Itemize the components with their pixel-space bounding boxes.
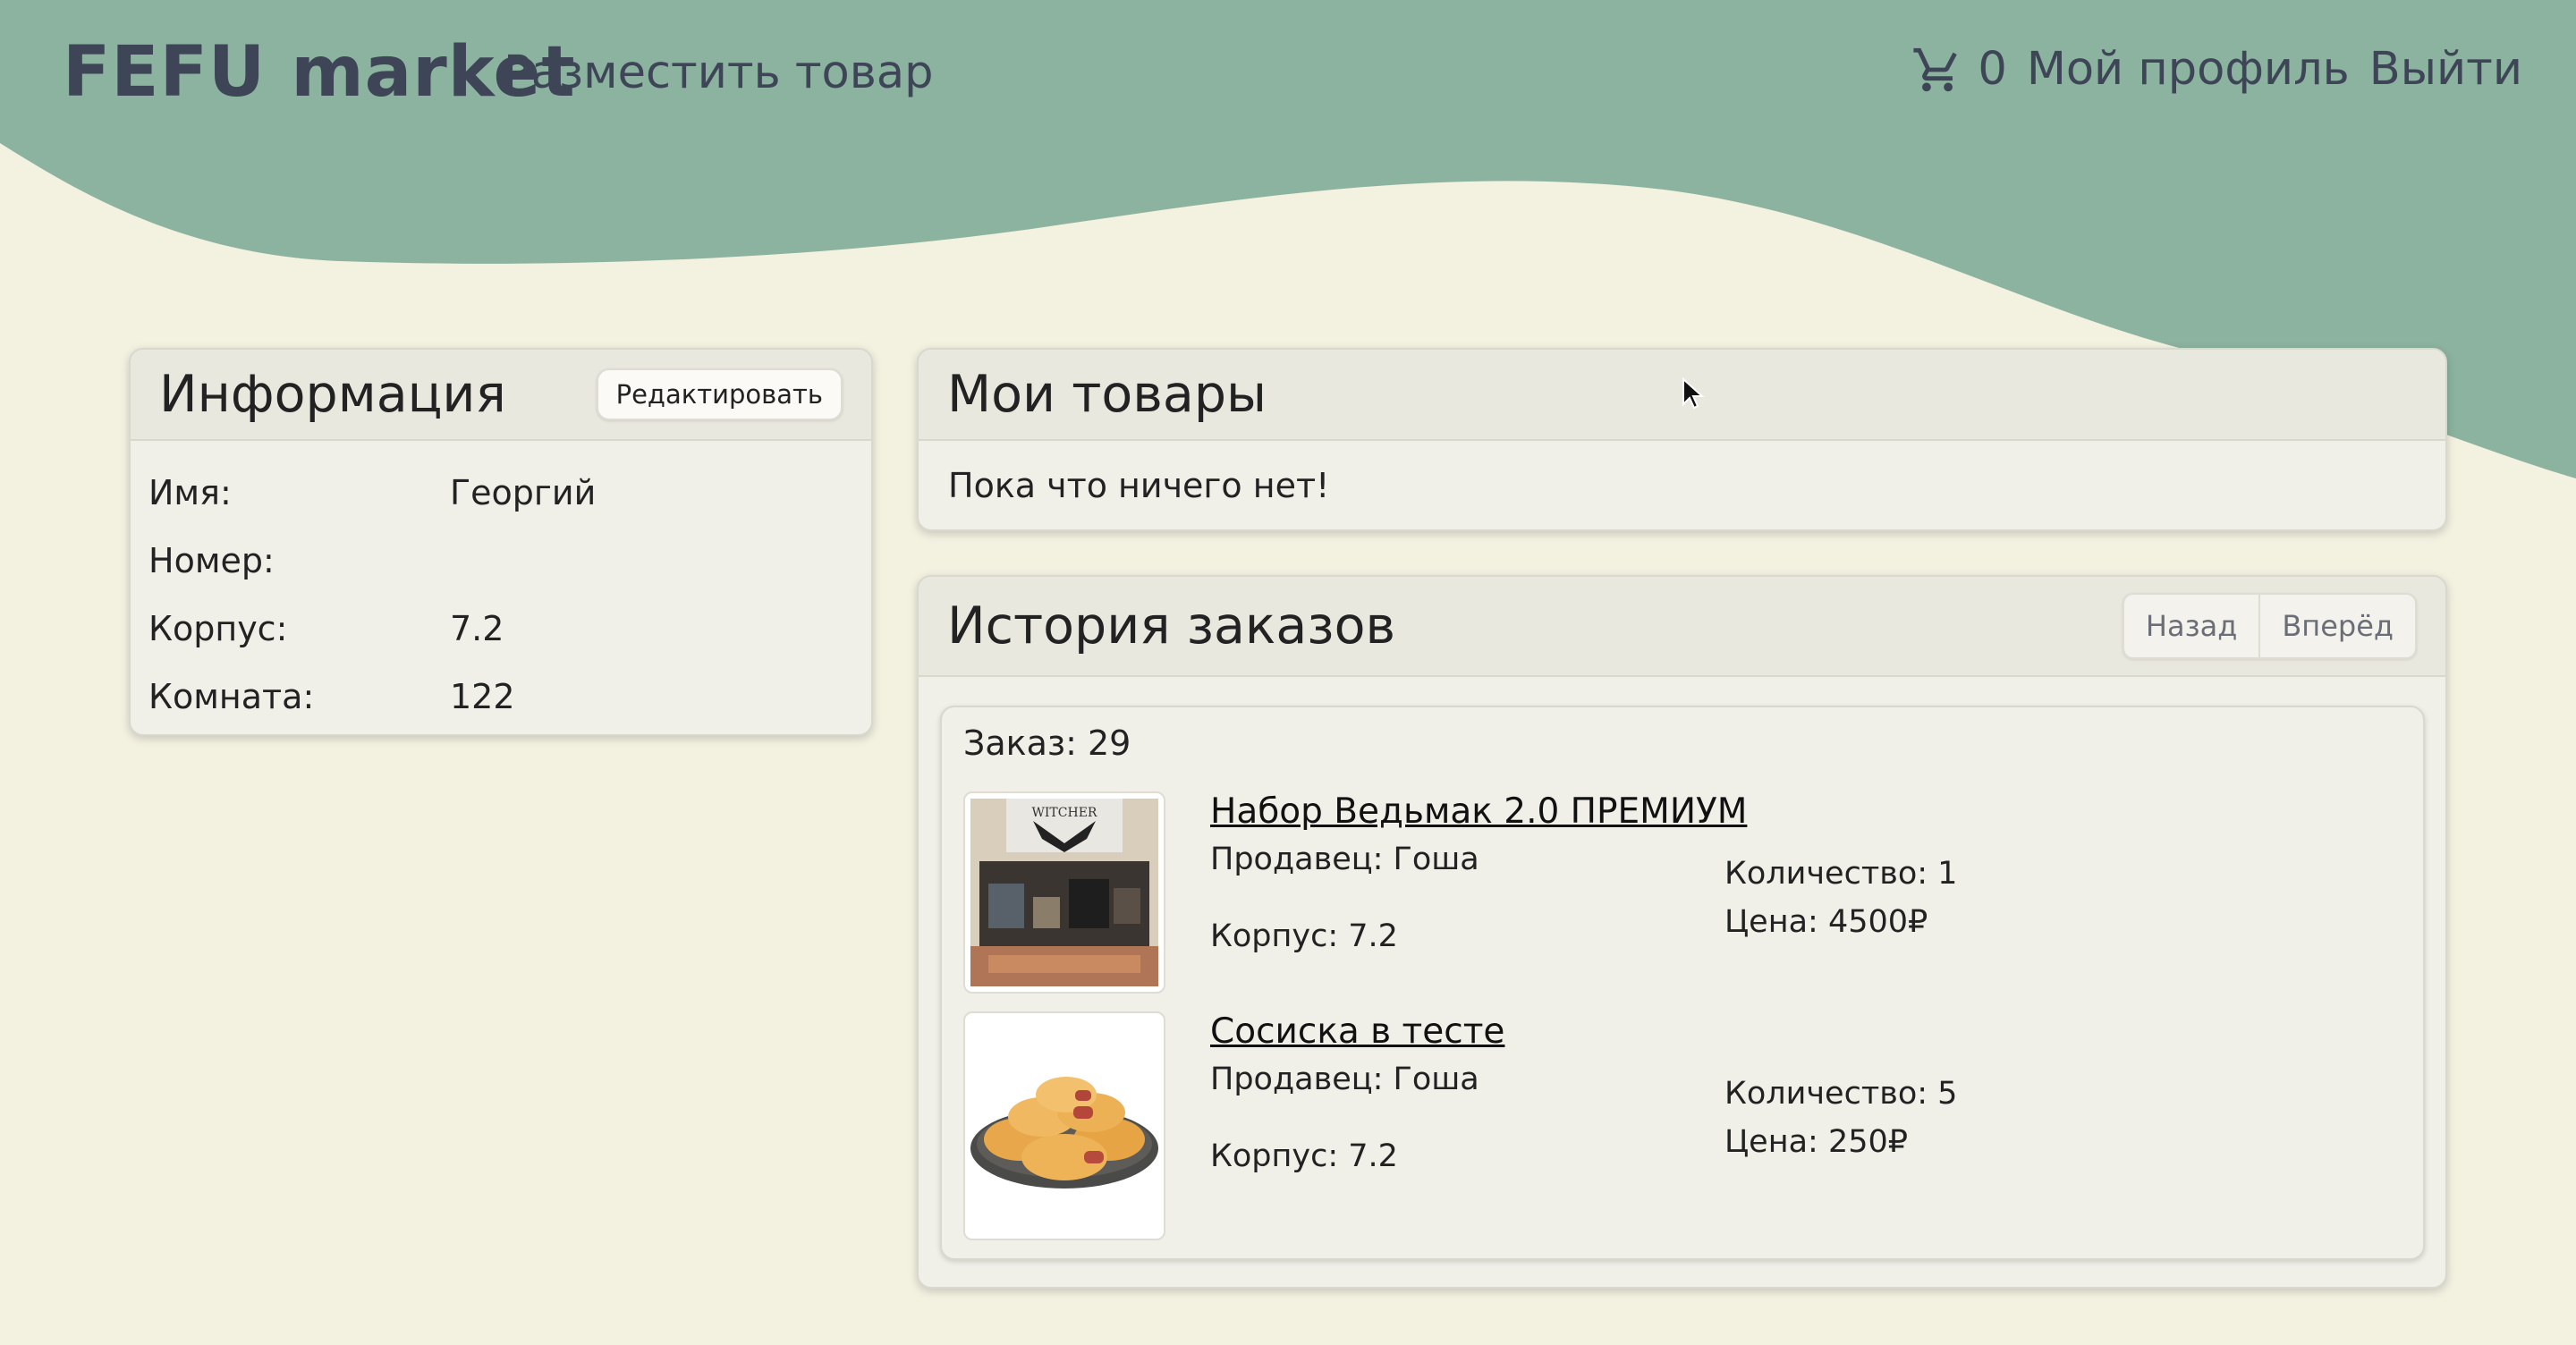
products-empty-message: Пока что ничего нет! [948,466,1330,505]
info-row-name: Имя: Георгий [148,459,853,527]
cart-icon [1911,44,1963,96]
post-item-link[interactable]: Разместить товар [504,47,933,99]
info-title: Информация [159,365,506,424]
info-row-building: Корпус: 7.2 [148,595,853,663]
order-title: Заказ: 29 [963,723,1131,763]
product-link[interactable]: Сосиска в тесте [1210,1011,1504,1052]
witcher-box-image: WITCHER [970,799,1158,986]
history-card-header: История заказов Назад Вперёд [919,577,2445,677]
brand-logo[interactable]: FEFU market [63,32,576,113]
product-price: Цена: 250₽ [1724,1124,1909,1160]
cart-button[interactable]: 0 [1911,43,2007,96]
products-title: Мои товары [947,365,1267,424]
witcher-box-lettering: WITCHER [1032,806,1097,820]
info-label: Номер: [148,541,275,580]
product-quantity: Количество: 1 [1724,856,1958,892]
product-link[interactable]: Набор Ведьмак 2.0 ПРЕМИУМ [1210,791,1747,832]
info-value: Георгий [450,473,597,512]
my-profile-link[interactable]: Мой профиль [2027,43,2350,96]
product-building: Корпус: 7.2 [1210,1138,1398,1174]
product-building: Корпус: 7.2 [1210,918,1398,954]
edit-button[interactable]: Редактировать [596,368,843,420]
info-row-phone: Номер: [148,527,853,595]
my-products-card: Мои товары Пока что ничего нет! [917,348,2447,531]
next-page-button[interactable]: Вперёд [2258,595,2415,657]
order-item: Сосиска в тесте Продавец: Гоша Корпус: 7… [963,1011,2394,1240]
product-seller: Продавец: Гоша [1210,842,1479,877]
info-row-room: Комната: 122 [148,663,853,731]
history-pager: Назад Вперёд [2122,593,2417,659]
info-value: 122 [450,677,515,716]
top-navbar: FEFU market Разместить товар 0 Мой профи… [0,0,2576,152]
prev-page-button[interactable]: Назад [2124,595,2258,657]
product-image [963,1011,1165,1240]
order-item: WITCHER Набор Ведьмак 2.0 ПРЕМИУМ Продав… [963,791,2394,997]
info-label: Корпус: [148,609,288,648]
product-image: WITCHER [963,791,1165,994]
history-title: История заказов [947,596,1396,656]
info-label: Комната: [148,677,315,716]
info-body: Имя: Георгий Номер: Корпус: 7.2 Комната:… [131,441,871,731]
logout-link[interactable]: Выйти [2369,43,2522,96]
info-value: 7.2 [450,609,504,648]
product-price: Цена: 4500₽ [1724,904,1928,940]
product-quantity: Количество: 5 [1724,1076,1958,1112]
mouse-cursor-icon [1682,377,1705,410]
order-history-card: История заказов Назад Вперёд Заказ: 29 W… [917,575,2447,1289]
cart-count: 0 [1978,43,2007,96]
product-seller: Продавец: Гоша [1210,1062,1479,1097]
info-card-header: Информация Редактировать [131,350,871,441]
order-box: Заказ: 29 WITCHER Набор Ведьмак 2.0 ПРЕМ… [940,706,2425,1260]
sausage-rolls-image [970,1077,1158,1189]
info-card: Информация Редактировать Имя: Георгий Но… [129,348,873,736]
info-label: Имя: [148,473,232,512]
nav-right-group: 0 Мой профиль Выйти [1911,43,2522,96]
